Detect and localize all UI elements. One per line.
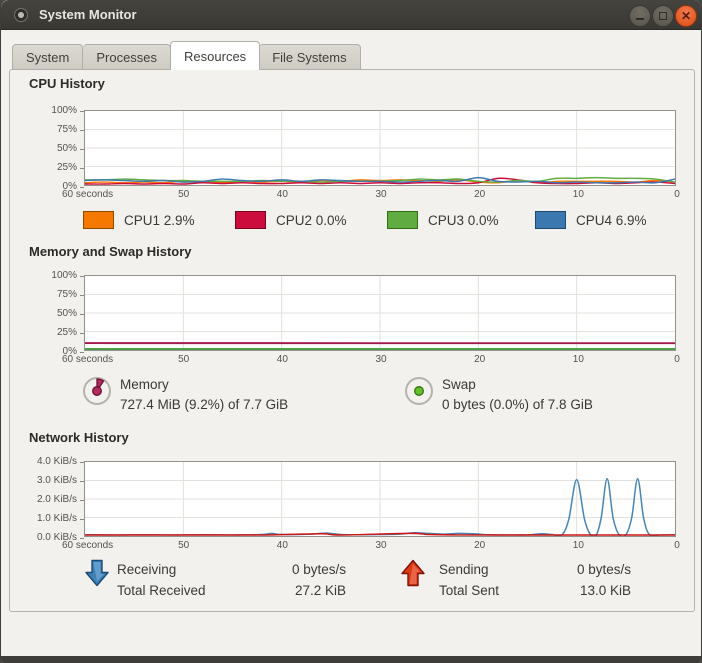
x-axis-tick-label: 40 (252, 354, 312, 366)
x-axis-tick-label: 30 (351, 354, 411, 366)
y-axis-tick-label: 25% (29, 327, 77, 339)
cpu4-legend-item: CPU4 6.9% (535, 209, 647, 231)
receiving-rate: 0 bytes/s (216, 562, 346, 577)
x-axis-tick-label: 20 (450, 540, 510, 552)
x-axis-tick-label: 30 (351, 540, 411, 552)
tab-processes[interactable]: Processes (83, 44, 171, 70)
cpu2-legend-label: CPU2 0.0% (276, 213, 347, 228)
x-axis-tick-label: 0 (647, 354, 702, 366)
x-axis-tick-label: 40 (252, 540, 312, 552)
y-axis-tick-label: 75% (29, 124, 77, 136)
swap-label: Swap (442, 377, 476, 392)
cpu3-color-swatch (387, 211, 418, 229)
x-axis-tick-label: 0 (647, 540, 702, 552)
cpu-history-chart: 100%75%50%25%0%60 seconds50403020100 (84, 110, 676, 186)
memory-swap-chart: 100%75%50%25%0%60 seconds50403020100 (84, 275, 676, 351)
total-sent-value: 13.0 KiB (501, 583, 631, 598)
total-received-value: 27.2 KiB (216, 583, 346, 598)
receiving-label: Receiving (117, 562, 176, 577)
tab-file-systems[interactable]: File Systems (259, 44, 360, 70)
x-axis-tick-label: 10 (548, 189, 608, 201)
system-monitor-window: System Monitor ✕ System Processes Resour… (0, 0, 702, 663)
cpu1-legend-label: CPU1 2.9% (124, 213, 195, 228)
x-axis-tick-label: 20 (450, 354, 510, 366)
memory-value: 727.4 MiB (9.2%) of 7.7 GiB (120, 397, 288, 412)
x-axis-tick-label: 10 (548, 354, 608, 366)
tab-bar: System Processes Resources File Systems (12, 41, 361, 70)
y-axis-tick-label: 100% (29, 105, 77, 117)
cpu-history-title: CPU History (29, 76, 105, 91)
y-axis-tick-label: 4.0 KiB/s (29, 456, 77, 468)
network-history-title: Network History (29, 430, 129, 445)
cpu4-legend-label: CPU4 6.9% (576, 213, 647, 228)
x-axis-tick-label: 20 (450, 189, 510, 201)
y-axis-tick-label: 50% (29, 308, 77, 320)
network-history-chart: 4.0 KiB/s3.0 KiB/s2.0 KiB/s1.0 KiB/s0.0 … (84, 461, 676, 537)
x-axis-tick-label: 40 (252, 189, 312, 201)
cpu3-legend-label: CPU3 0.0% (428, 213, 499, 228)
y-axis-tick-label: 3.0 KiB/s (29, 475, 77, 487)
cpu-history-plot (85, 111, 675, 185)
x-axis-tick-label: 30 (351, 189, 411, 201)
memory-swap-plot (85, 276, 675, 350)
network-history-plot (85, 462, 675, 536)
resources-panel: CPU History 100%75%50%25%0%60 seconds504… (1, 0, 702, 663)
total-sent-label: Total Sent (439, 583, 499, 598)
tab-resources[interactable]: Resources (170, 41, 260, 70)
memory-pie-icon (81, 375, 113, 407)
sending-label: Sending (439, 562, 489, 577)
receiving-arrow-icon (84, 557, 110, 589)
sending-rate: 0 bytes/s (501, 562, 631, 577)
y-axis-tick-label: 100% (29, 270, 77, 282)
cpu2-legend-item: CPU2 0.0% (235, 209, 347, 231)
cpu4-color-swatch (535, 211, 566, 229)
cpu2-color-swatch (235, 211, 266, 229)
sending-arrow-icon (400, 557, 426, 589)
x-axis-tick-label: 50 (154, 540, 214, 552)
memory-label: Memory (120, 377, 169, 392)
y-axis-tick-label: 75% (29, 289, 77, 301)
y-axis-tick-label: 25% (29, 162, 77, 174)
x-axis-tick-label: 0 (647, 189, 702, 201)
cpu3-legend-item: CPU3 0.0% (387, 209, 499, 231)
y-axis-tick-label: 1.0 KiB/s (29, 513, 77, 525)
x-axis-tick-label: 60 seconds (62, 354, 152, 366)
x-axis-tick-label: 10 (548, 540, 608, 552)
cpu1-legend-item: CPU1 2.9% (83, 209, 195, 231)
swap-pie-icon (403, 375, 435, 407)
x-axis-tick-label: 50 (154, 189, 214, 201)
x-axis-tick-label: 60 seconds (62, 540, 152, 552)
tab-system[interactable]: System (12, 44, 83, 70)
cpu1-color-swatch (83, 211, 114, 229)
memory-swap-title: Memory and Swap History (29, 244, 192, 259)
x-axis-tick-label: 50 (154, 354, 214, 366)
x-axis-tick-label: 60 seconds (62, 189, 152, 201)
total-received-label: Total Received (117, 583, 206, 598)
swap-value: 0 bytes (0.0%) of 7.8 GiB (442, 397, 593, 412)
y-axis-tick-label: 2.0 KiB/s (29, 494, 77, 506)
y-axis-tick-label: 50% (29, 143, 77, 155)
